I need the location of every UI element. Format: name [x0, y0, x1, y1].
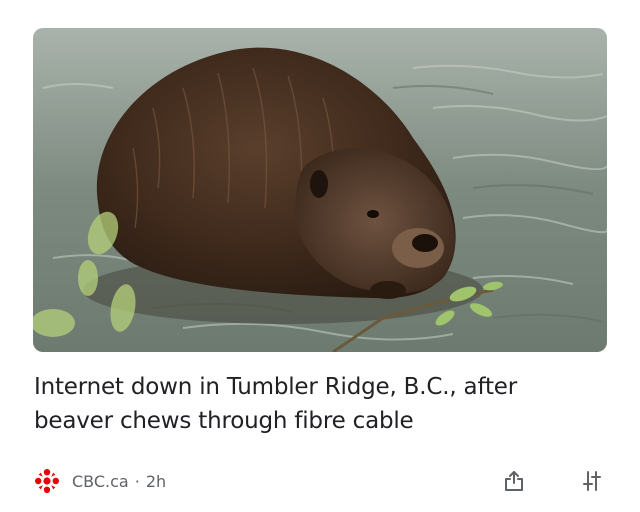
article-image[interactable]	[33, 28, 607, 352]
article-headline[interactable]: Internet down in Tumbler Ridge, B.C., af…	[34, 370, 594, 438]
source-name[interactable]: CBC.ca	[72, 472, 129, 491]
meta-separator: ·	[134, 471, 140, 491]
publish-time: 2h	[145, 471, 167, 491]
share-icon	[505, 471, 523, 491]
news-card[interactable]: Internet down in Tumbler Ridge, B.C., af…	[0, 0, 640, 512]
sort-options-icon	[583, 471, 601, 491]
share-button[interactable]	[499, 466, 529, 496]
options-button[interactable]	[577, 466, 607, 496]
article-meta: CBC.ca · 2h	[34, 466, 166, 496]
cbc-gem-icon	[35, 469, 59, 493]
